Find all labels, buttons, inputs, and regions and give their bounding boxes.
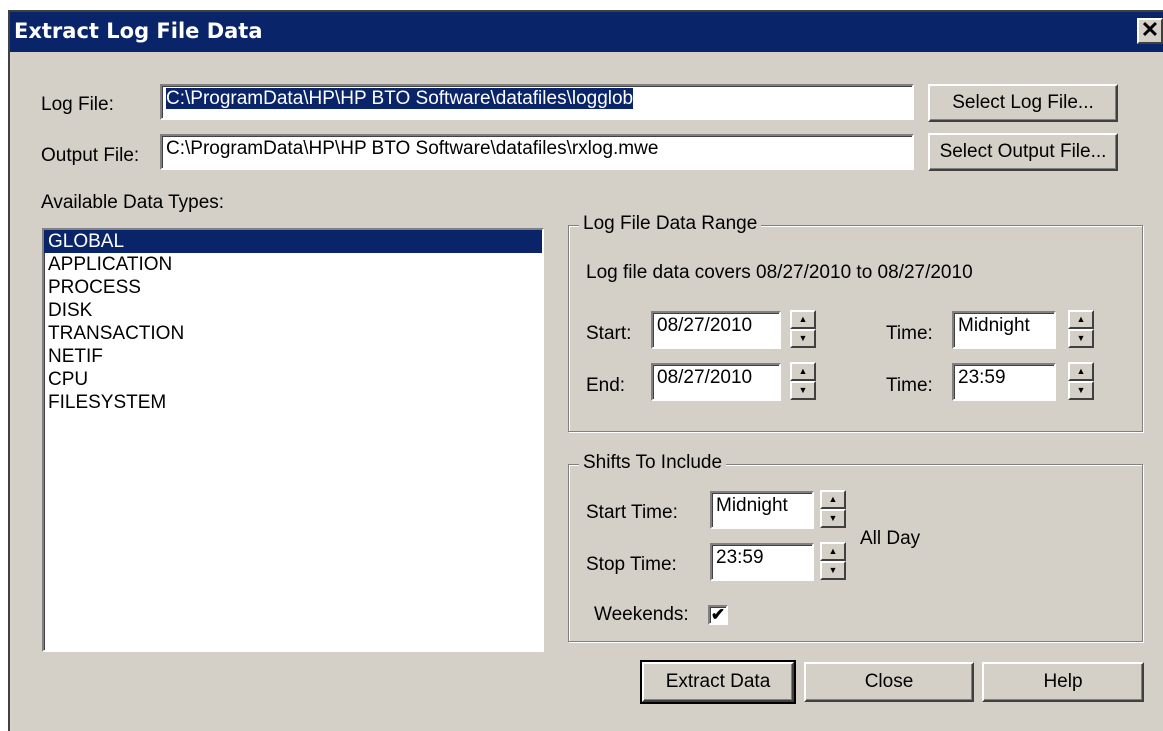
shift-stop-value: 23:59 — [716, 547, 764, 568]
shift-start-input[interactable]: Midnight — [710, 491, 814, 529]
spin-up-icon[interactable]: ▲ — [820, 542, 846, 561]
output-file-value: C:\ProgramData\HP\HP BTO Software\datafi… — [166, 138, 659, 159]
list-item[interactable]: DISK — [44, 299, 542, 322]
range-start-date-spinner[interactable]: ▲ ▼ — [790, 310, 816, 350]
spin-up-icon[interactable]: ▲ — [790, 310, 816, 329]
spin-down-icon[interactable]: ▼ — [1068, 329, 1094, 348]
range-start-time-input[interactable]: Midnight — [952, 311, 1056, 349]
range-start-date-value: 08/27/2010 — [657, 315, 753, 336]
weekends-checkbox[interactable]: ✔ — [708, 605, 728, 625]
shifts-legend: Shifts To Include — [579, 452, 727, 474]
list-item[interactable]: GLOBAL — [44, 230, 542, 253]
shift-start-spinner[interactable]: ▲ ▼ — [820, 490, 846, 530]
close-button[interactable]: Close — [804, 662, 974, 702]
list-item[interactable]: CPU — [44, 368, 542, 391]
shift-stop-spinner[interactable]: ▲ ▼ — [820, 542, 846, 582]
spin-down-icon[interactable]: ▼ — [820, 561, 846, 580]
all-day-label: All Day — [860, 528, 921, 549]
dialog-window: Extract Log File Data ✕ Log File: C:\Pro… — [8, 10, 1163, 731]
spin-down-icon[interactable]: ▼ — [1068, 381, 1094, 400]
range-end-date-spinner[interactable]: ▲ ▼ — [790, 362, 816, 402]
range-start-time-spinner[interactable]: ▲ ▼ — [1068, 310, 1094, 350]
extract-data-button[interactable]: Extract Data — [640, 660, 796, 704]
log-file-label: Log File: — [41, 94, 114, 115]
log-file-input[interactable]: C:\ProgramData\HP\HP BTO Software\datafi… — [160, 84, 914, 120]
spin-down-icon[interactable]: ▼ — [790, 381, 816, 400]
checkmark-icon: ✔ — [710, 605, 726, 624]
help-button[interactable]: Help — [982, 662, 1144, 702]
range-end-time-value: 23:59 — [958, 367, 1006, 388]
range-end-time-spinner[interactable]: ▲ ▼ — [1068, 362, 1094, 402]
spin-down-icon[interactable]: ▼ — [820, 509, 846, 528]
range-end-time-input[interactable]: 23:59 — [952, 363, 1056, 401]
list-item[interactable]: NETIF — [44, 345, 542, 368]
log-file-value: C:\ProgramData\HP\HP BTO Software\datafi… — [166, 88, 634, 109]
range-start-time-label: Time: — [886, 323, 933, 344]
range-end-date-value: 08/27/2010 — [657, 367, 753, 388]
list-item[interactable]: PROCESS — [44, 276, 542, 299]
output-file-label: Output File: — [41, 145, 140, 166]
range-end-date-input[interactable]: 08/27/2010 — [651, 363, 781, 401]
spin-down-icon[interactable]: ▼ — [790, 329, 816, 348]
weekends-label: Weekends: — [594, 604, 689, 625]
output-file-input[interactable]: C:\ProgramData\HP\HP BTO Software\datafi… — [160, 134, 914, 170]
shift-stop-label: Stop Time: — [586, 554, 677, 575]
list-item[interactable]: TRANSACTION — [44, 322, 542, 345]
spin-up-icon[interactable]: ▲ — [790, 362, 816, 381]
spin-up-icon[interactable]: ▲ — [1068, 310, 1094, 329]
range-start-time-value: Midnight — [958, 315, 1030, 336]
shift-start-label: Start Time: — [586, 502, 678, 523]
shift-start-value: Midnight — [716, 495, 788, 516]
window-title: Extract Log File Data — [14, 19, 263, 43]
range-legend: Log File Data Range — [579, 213, 762, 235]
range-covers-text: Log file data covers 08/27/2010 to 08/27… — [586, 262, 973, 283]
select-log-file-button[interactable]: Select Log File... — [928, 84, 1118, 122]
shift-stop-input[interactable]: 23:59 — [710, 543, 814, 581]
range-start-date-input[interactable]: 08/27/2010 — [651, 311, 781, 349]
spin-up-icon[interactable]: ▲ — [1068, 362, 1094, 381]
range-end-label: End: — [586, 375, 626, 396]
range-start-label: Start: — [586, 323, 632, 344]
spin-up-icon[interactable]: ▲ — [820, 490, 846, 509]
range-end-time-label: Time: — [886, 375, 933, 396]
title-bar[interactable]: Extract Log File Data ✕ — [10, 12, 1163, 52]
select-output-file-button[interactable]: Select Output File... — [928, 133, 1118, 171]
data-types-label: Available Data Types: — [41, 192, 225, 213]
list-item[interactable]: FILESYSTEM — [44, 391, 542, 414]
data-types-list[interactable]: GLOBAL APPLICATION PROCESS DISK TRANSACTION N… — [42, 228, 544, 652]
list-item[interactable]: APPLICATION — [44, 253, 542, 276]
close-icon[interactable]: ✕ — [1137, 18, 1163, 44]
